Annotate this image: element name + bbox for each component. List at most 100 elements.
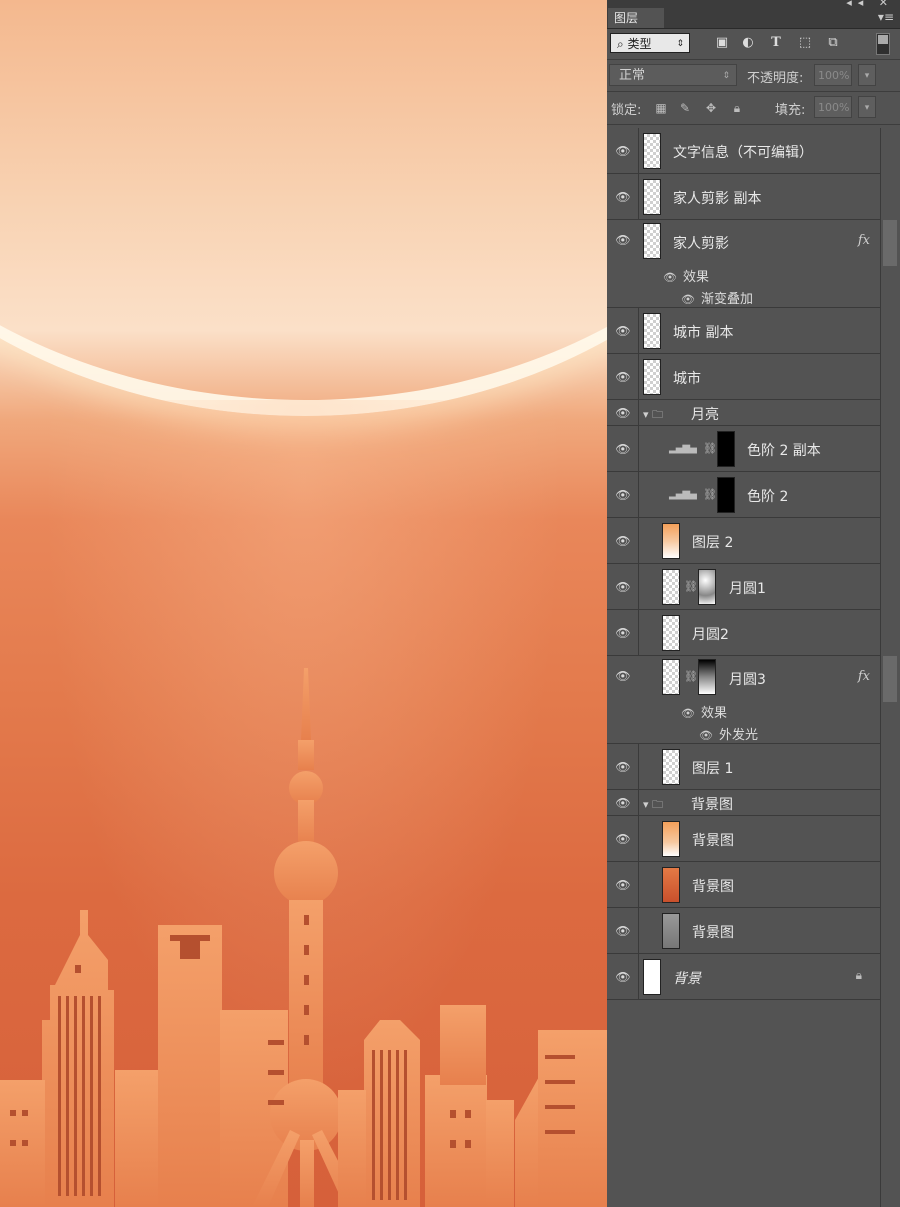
visibility-toggle[interactable]: 👁︎ — [607, 472, 639, 517]
layer-row[interactable]: 👁︎ ▂▄▆▄ ⛓ 色阶 2 副本 — [607, 426, 880, 472]
visibility-toggle[interactable]: 👁︎ — [607, 656, 639, 702]
visibility-toggle[interactable]: 👁︎ — [607, 816, 639, 861]
layer-row[interactable]: 👁︎ 文字信息（不可编辑） — [607, 128, 880, 174]
scroll-thumb[interactable] — [883, 656, 897, 702]
filter-pixel-icon[interactable]: ▣ — [714, 35, 730, 51]
eye-icon[interactable]: 👁︎ — [615, 797, 631, 809]
effects-row[interactable]: 👁︎ 效果 — [681, 702, 727, 721]
fill-dropdown[interactable]: ▾ — [858, 96, 876, 118]
visibility-toggle[interactable]: 👁︎ — [607, 354, 639, 399]
layer-name: 月圆2 — [692, 627, 729, 643]
filter-type-icon[interactable]: T — [768, 35, 784, 51]
eye-icon[interactable]: 👁︎ — [615, 925, 631, 937]
visibility-toggle[interactable]: 👁︎ — [607, 518, 639, 563]
layer-row[interactable]: 👁︎ 背景图 — [607, 862, 880, 908]
visibility-toggle[interactable]: 👁︎ — [607, 610, 639, 655]
layer-row[interactable]: 👁︎ 城市 — [607, 354, 880, 400]
eye-icon[interactable]: 👁︎ — [663, 271, 677, 284]
layer-row[interactable]: 👁︎ 背景 🔒︎ — [607, 954, 880, 1000]
opacity-dropdown[interactable]: ▾ — [858, 64, 876, 86]
visibility-toggle[interactable]: 👁︎ — [607, 862, 639, 907]
visibility-toggle[interactable]: 👁︎ — [607, 308, 639, 353]
visibility-toggle[interactable]: 👁︎ — [607, 908, 639, 953]
eye-icon[interactable]: 👁︎ — [615, 234, 631, 246]
eye-icon[interactable]: 👁︎ — [615, 145, 631, 157]
link-chain-icon[interactable]: ⛓ — [703, 442, 717, 455]
link-chain-icon[interactable]: ⛓ — [684, 580, 698, 593]
layer-row[interactable]: 👁︎ 背景图 — [607, 908, 880, 954]
group-expand-icon[interactable]: ▾ 🗀 — [643, 406, 663, 425]
layer-row[interactable]: 👁︎ 背景图 — [607, 816, 880, 862]
visibility-toggle[interactable]: 👁︎ — [607, 426, 639, 471]
lock-icon: 🔒︎ — [855, 968, 862, 982]
layer-mask-thumbnail[interactable] — [717, 431, 735, 467]
lock-all-icon[interactable]: 🔒︎ — [729, 100, 745, 116]
tab-layers[interactable]: 图层 — [608, 8, 664, 28]
eye-icon[interactable]: 👁︎ — [615, 627, 631, 639]
effects-row[interactable]: 👁︎ 效果 — [663, 266, 709, 285]
link-chain-icon[interactable]: ⛓ — [703, 488, 717, 501]
visibility-toggle[interactable]: 👁︎ — [607, 174, 639, 219]
layer-row[interactable]: 👁︎ 家人剪影 副本 — [607, 174, 880, 220]
layer-mask-thumbnail[interactable] — [717, 477, 735, 513]
eye-icon[interactable]: 👁︎ — [615, 371, 631, 383]
eye-icon[interactable]: 👁︎ — [615, 325, 631, 337]
fx-icon[interactable]: fx — [858, 669, 870, 684]
layer-mask-thumbnail[interactable] — [698, 569, 716, 605]
blend-mode-select[interactable]: 正常 ⇕ — [609, 64, 737, 86]
link-chain-icon[interactable]: ⛓ — [684, 670, 698, 683]
eye-icon[interactable]: 👁︎ — [615, 670, 631, 682]
layer-row[interactable]: 👁︎ 家人剪影 fx 👁︎ 效果 👁︎ 渐变叠加 — [607, 220, 880, 308]
filter-shape-icon[interactable]: ⬚ — [797, 35, 813, 51]
eye-icon[interactable]: 👁︎ — [615, 971, 631, 983]
visibility-toggle[interactable]: 👁︎ — [607, 954, 639, 999]
effect-row[interactable]: 👁︎ 渐变叠加 — [681, 288, 753, 307]
group-expand-icon[interactable]: ▾ 🗀 — [643, 796, 663, 815]
visibility-toggle[interactable]: 👁︎ — [607, 128, 639, 173]
eye-icon[interactable]: 👁︎ — [615, 535, 631, 547]
eye-icon[interactable]: 👁︎ — [615, 443, 631, 455]
eye-icon[interactable]: 👁︎ — [615, 761, 631, 773]
lock-transparent-icon[interactable]: ▦ — [653, 100, 669, 116]
lock-move-icon[interactable]: ✥ — [703, 100, 719, 116]
visibility-toggle[interactable]: 👁︎ — [607, 220, 639, 266]
eye-icon[interactable]: 👁︎ — [615, 879, 631, 891]
effect-row[interactable]: 👁︎ 外发光 — [699, 724, 758, 743]
eye-icon[interactable]: 👁︎ — [681, 707, 695, 720]
filter-type-select[interactable]: ⌕ 类型 ⇕ — [610, 33, 690, 53]
visibility-toggle[interactable]: 👁︎ — [607, 564, 639, 609]
eye-icon[interactable]: 👁︎ — [615, 489, 631, 501]
layer-row[interactable]: 👁︎ ▂▄▆▄ ⛓ 色阶 2 — [607, 472, 880, 518]
layer-row[interactable]: 👁︎ ⛓ 月圆3 fx 👁︎ 效果 👁︎ 外发光 — [607, 656, 880, 744]
layer-scrollbar[interactable] — [880, 128, 900, 1207]
fill-input[interactable]: 100% — [814, 96, 852, 118]
eye-icon[interactable]: 👁︎ — [699, 729, 713, 742]
opacity-input[interactable]: 100% — [814, 64, 852, 86]
document-canvas[interactable] — [0, 0, 607, 1207]
layer-row[interactable]: 👁︎ 月圆2 — [607, 610, 880, 656]
divider — [607, 91, 900, 92]
fx-icon[interactable]: fx — [858, 233, 870, 248]
visibility-toggle[interactable]: 👁︎ — [607, 790, 639, 815]
eye-icon[interactable]: 👁︎ — [615, 833, 631, 845]
visibility-toggle[interactable]: 👁︎ — [607, 744, 639, 789]
filter-adjustment-icon[interactable]: ◐ — [740, 35, 756, 51]
filter-smart-object-icon[interactable]: ⧉ — [825, 35, 841, 51]
eye-icon[interactable]: 👁︎ — [681, 293, 695, 306]
eye-icon[interactable]: 👁︎ — [615, 191, 631, 203]
scroll-thumb[interactable] — [883, 220, 897, 266]
layer-row[interactable]: 👁︎ ⛓ 月圆1 — [607, 564, 880, 610]
layer-row[interactable]: 👁︎ 城市 副本 — [607, 308, 880, 354]
eye-icon[interactable]: 👁︎ — [615, 581, 631, 593]
group-row[interactable]: 👁︎ ▾ 🗀 背景图 — [607, 790, 880, 816]
lock-paint-icon[interactable]: ✎ — [677, 100, 693, 116]
panel-menu-icon[interactable]: ▾≡ — [878, 10, 894, 24]
layer-mask-thumbnail[interactable] — [698, 659, 716, 695]
layer-name: 家人剪影 — [673, 236, 729, 252]
visibility-toggle[interactable]: 👁︎ — [607, 400, 639, 425]
filter-toggle[interactable] — [876, 33, 890, 55]
eye-icon[interactable]: 👁︎ — [615, 407, 631, 419]
layer-row[interactable]: 👁︎ 图层 1 — [607, 744, 880, 790]
layer-row[interactable]: 👁︎ 图层 2 — [607, 518, 880, 564]
group-row[interactable]: 👁︎ ▾ 🗀 月亮 — [607, 400, 880, 426]
